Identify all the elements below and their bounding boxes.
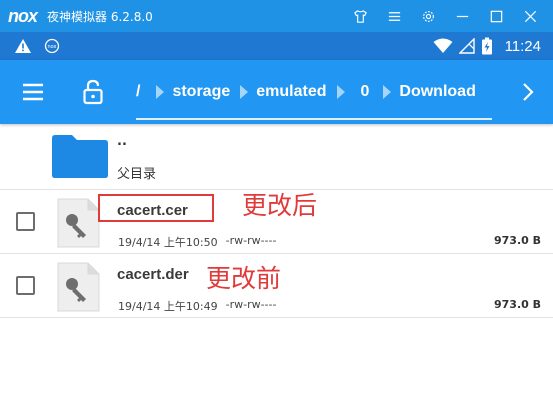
nox-logo: nox	[8, 5, 38, 26]
warning-icon	[15, 39, 31, 53]
file-meta: 19/4/14 上午10:49 -rw-rw----	[118, 298, 276, 314]
skin-button[interactable]	[343, 0, 377, 32]
svg-text:nox: nox	[47, 44, 56, 50]
android-status-bar: nox 11:24	[0, 32, 553, 60]
wifi-icon	[433, 38, 453, 53]
nox-notification-icon: nox	[44, 38, 60, 54]
key-file-icon	[57, 262, 100, 312]
maximize-icon	[490, 10, 502, 22]
parent-dots: ..	[117, 134, 127, 149]
file-date: 19/4/14 上午10:50	[118, 236, 218, 249]
shirt-icon	[353, 9, 367, 23]
window-controls	[343, 0, 547, 32]
file-checkbox[interactable]	[16, 212, 35, 231]
file-permissions: -rw-rw----	[225, 234, 277, 247]
file-date: 19/4/14 上午10:49	[118, 300, 218, 313]
close-button[interactable]	[513, 0, 547, 32]
parent-directory-label: 父目录	[117, 167, 157, 182]
chevron-right-icon	[240, 85, 249, 99]
file-meta: 19/4/14 上午10:50 -rw-rw----	[118, 234, 276, 250]
file-size: 973.0 B	[493, 234, 541, 247]
annotation-after: 更改后	[242, 191, 318, 220]
close-icon	[524, 10, 536, 22]
breadcrumb-download[interactable]: Download	[399, 83, 475, 101]
menu-button[interactable]	[377, 0, 411, 32]
lock-icon[interactable]	[82, 79, 104, 105]
no-signal-icon	[458, 38, 475, 54]
hamburger-icon	[388, 11, 400, 21]
settings-button[interactable]	[411, 0, 445, 32]
minimize-button[interactable]	[445, 0, 479, 32]
minimize-icon	[456, 15, 468, 17]
chevron-right-icon	[156, 85, 165, 99]
file-size: 973.0 B	[493, 298, 541, 311]
file-checkbox[interactable]	[16, 276, 35, 295]
emulator-title: 夜神模拟器 6.2.8.0	[47, 9, 153, 24]
breadcrumb: / storage emulated 0 Download	[128, 60, 476, 124]
key-file-icon	[57, 198, 100, 248]
highlight-box	[98, 194, 214, 222]
breadcrumb-storage[interactable]: storage	[172, 83, 230, 101]
chevron-right-icon	[383, 85, 392, 99]
file-name: cacert.der	[117, 266, 189, 283]
chevron-right-icon	[336, 85, 345, 99]
nav-menu-icon[interactable]	[22, 82, 44, 102]
annotation-before: 更改前	[206, 264, 282, 293]
breadcrumb-root[interactable]: /	[136, 83, 140, 101]
maximize-button[interactable]	[479, 0, 513, 32]
breadcrumb-underline	[136, 118, 492, 120]
breadcrumb-emulated[interactable]: emulated	[256, 83, 326, 101]
status-time: 11:24	[504, 37, 541, 55]
folder-icon	[52, 135, 108, 178]
battery-charging-icon	[481, 37, 492, 55]
emulator-title-bar: nox 夜神模拟器 6.2.8.0	[0, 0, 553, 32]
file-permissions: -rw-rw----	[225, 298, 277, 311]
gear-icon	[422, 10, 434, 22]
app-toolbar: / storage emulated 0 Download	[0, 60, 553, 124]
parent-directory-row[interactable]: .. 父目录	[0, 124, 553, 190]
chevron-right-icon[interactable]	[521, 82, 535, 102]
breadcrumb-0[interactable]: 0	[361, 83, 370, 101]
